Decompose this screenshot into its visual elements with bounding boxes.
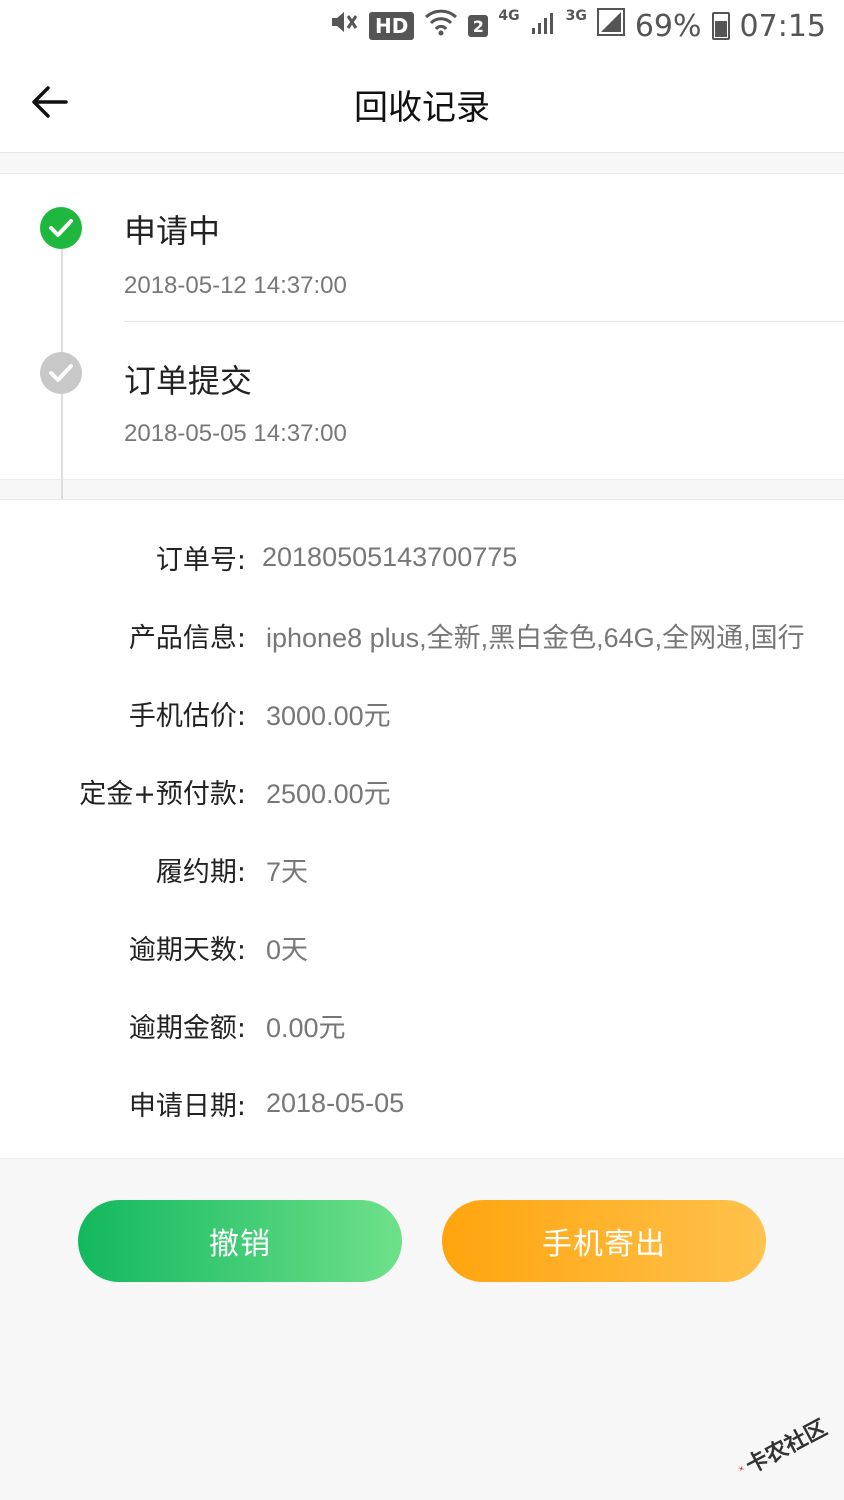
status-icons: HD 2 4G 3G 69% 07:15: [329, 6, 826, 46]
cancel-button[interactable]: 撤销: [78, 1200, 402, 1282]
detail-row-order-no: 订单号: 20180505143700775: [0, 537, 844, 577]
detail-value: 3000.00元: [266, 700, 391, 731]
signal-icon-2: [596, 8, 625, 44]
sim-badge: 2: [468, 15, 489, 37]
detail-label: 申请日期:: [128, 1090, 246, 1122]
detail-label: 手机估价:: [128, 700, 246, 732]
detail-label: 产品信息:: [128, 622, 246, 654]
nav-bar: 回收记录: [0, 52, 844, 153]
network-4g-label: 4G: [498, 8, 520, 24]
detail-value: 0天: [266, 934, 309, 965]
status-bar: HD 2 4G 3G 69% 07:15: [0, 0, 844, 52]
page: HD 2 4G 3G 69% 07:15 回收记录 申请中 2018-05-12…: [0, 0, 844, 1500]
timeline-title: 申请中: [124, 212, 221, 250]
detail-value: 2500.00元: [266, 778, 391, 809]
hd-badge: HD: [369, 12, 415, 40]
detail-value: 7天: [266, 856, 309, 887]
check-circle-icon: [40, 352, 82, 394]
detail-row-estimate: 手机估价: 3000.00元: [0, 693, 844, 733]
detail-value: 0.00元: [266, 1012, 346, 1043]
clock: 07:15: [739, 8, 826, 44]
detail-value: 20180505143700775: [262, 541, 518, 572]
detail-row-term: 履约期: 7天: [0, 849, 844, 889]
detail-row-product: 产品信息: iphone8 plus,全新,黑白金色,64G,全网通,国行: [0, 615, 844, 655]
page-title: 回收记录: [354, 88, 490, 128]
detail-label: 逾期金额:: [128, 1012, 246, 1044]
order-details: 订单号: 20180505143700775 产品信息: iphone8 plu…: [0, 499, 844, 1159]
timeline-time: 2018-05-05 14:37:00: [124, 420, 347, 447]
detail-label: 订单号:: [155, 544, 246, 576]
battery-icon: [711, 12, 730, 40]
detail-label: 履约期:: [155, 856, 246, 888]
timeline-title: 订单提交: [124, 362, 253, 400]
detail-value: iphone8 plus,全新,黑白金色,64G,全网通,国行: [266, 622, 805, 653]
watermark: 卡农社区: [723, 1394, 841, 1500]
detail-row-apply-date: 申请日期: 2018-05-05: [0, 1083, 844, 1123]
divider: [124, 321, 844, 322]
wifi-icon: [424, 8, 458, 44]
detail-label: 定金+预付款:: [79, 778, 246, 810]
detail-row-overdue-amount: 逾期金额: 0.00元: [0, 1005, 844, 1045]
ship-phone-button[interactable]: 手机寄出: [442, 1200, 766, 1282]
detail-row-deposit: 定金+预付款: 2500.00元: [0, 771, 844, 811]
network-3g-label: 3G: [565, 8, 587, 24]
status-timeline: 申请中 2018-05-12 14:37:00 订单提交 2018-05-05 …: [0, 173, 844, 519]
watermark-text: 卡农社区: [741, 1415, 832, 1480]
signal-icon: [530, 9, 556, 44]
battery-percent: 69%: [634, 8, 702, 44]
timeline-time: 2018-05-12 14:37:00: [124, 272, 347, 299]
detail-value: 2018-05-05: [266, 1087, 405, 1118]
mute-icon: [329, 8, 359, 44]
check-circle-icon: [40, 207, 82, 249]
detail-row-overdue-days: 逾期天数: 0天: [0, 927, 844, 967]
detail-label: 逾期天数:: [128, 934, 246, 966]
